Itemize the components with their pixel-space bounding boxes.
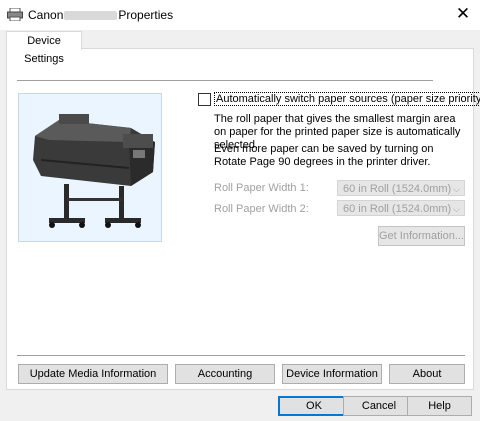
roll-paper-width-2-label: Roll Paper Width 2: [214,203,309,215]
cancel-button[interactable]: Cancel [343,396,415,416]
close-button[interactable]: ✕ [452,3,474,25]
get-information-button[interactable]: Get Information... [378,226,465,246]
roll-paper-width-1-select[interactable]: 60 in Roll (1524.0mm) ⌵ [337,180,465,196]
title-suffix: Properties [118,8,174,22]
chevron-down-icon: ⌵ [453,184,460,194]
roll-paper-width-1-value: 60 in Roll (1524.0mm) [343,183,452,195]
redacted-model [64,11,118,21]
separator [17,80,433,81]
title-bar: Canon Properties ✕ [0,0,480,30]
auto-switch-checkbox[interactable] [198,93,211,106]
update-media-information-button[interactable]: Update Media Information [18,364,168,384]
device-settings-panel: Automatically switch paper sources (pape… [6,48,480,390]
roll-paper-width-2-value: 60 in Roll (1524.0mm) [343,203,452,215]
description-rotate: Even more paper can be saved by turning … [214,143,434,168]
chevron-down-icon: ⌵ [453,204,460,214]
auto-switch-label[interactable]: Automatically switch paper sources (pape… [214,92,480,106]
ok-button[interactable]: OK [278,396,350,416]
tab-device-settings[interactable]: Device Settings [6,31,82,65]
device-information-button[interactable]: Device Information [282,364,382,384]
about-button[interactable]: About [389,364,465,384]
window-title: Canon Properties [28,8,173,22]
printer-icon [7,8,23,21]
title-prefix: Canon [28,8,64,22]
printer-image [18,93,162,242]
roll-paper-width-1-label: Roll Paper Width 1: [214,182,309,194]
help-button[interactable]: Help [407,396,472,416]
accounting-button[interactable]: Accounting [175,364,275,384]
separator [17,355,465,356]
roll-paper-width-2-select[interactable]: 60 in Roll (1524.0mm) ⌵ [337,200,465,216]
